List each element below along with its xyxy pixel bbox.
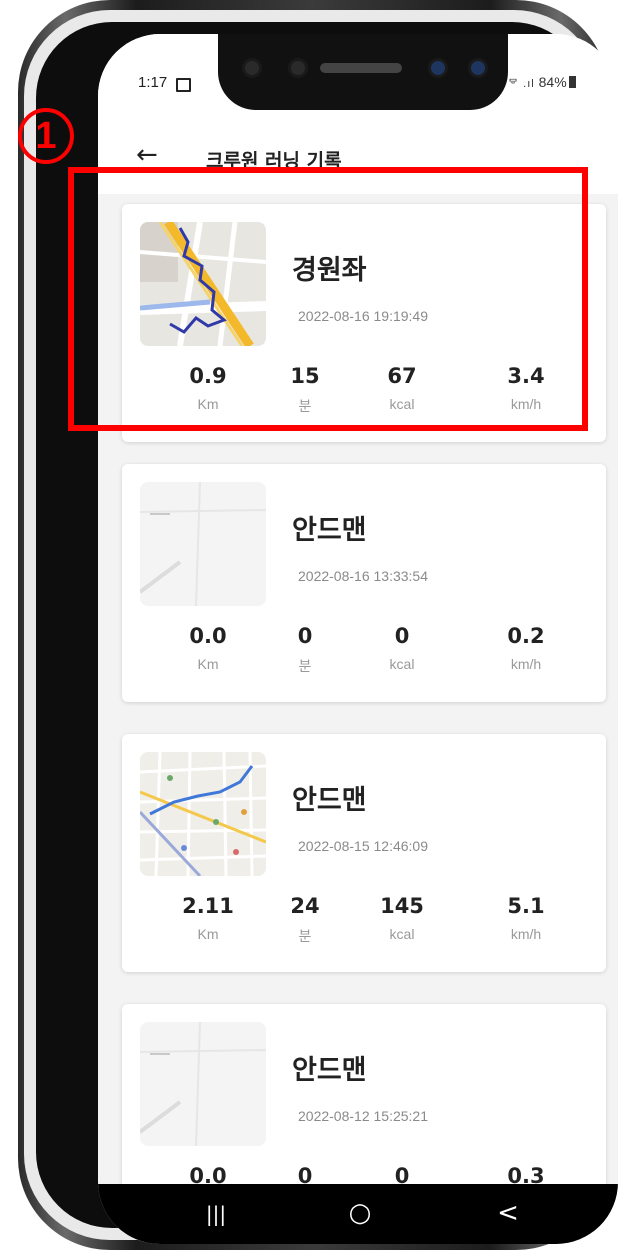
home-button[interactable]: ○ xyxy=(330,1198,390,1228)
step-number-badge: 1 xyxy=(18,108,74,164)
speed-value: 5.1 xyxy=(507,894,545,918)
camera-icon xyxy=(242,58,262,78)
calorie-unit: kcal xyxy=(389,926,415,942)
route-map-thumbnail xyxy=(140,1022,266,1146)
runner-name: 안드맨 xyxy=(292,1055,367,1086)
duration-value: 0 xyxy=(297,624,313,648)
calorie-stat: 0 kcal xyxy=(352,624,452,672)
left-arrow-icon[interactable]: ← xyxy=(136,140,158,170)
distance-unit: Km xyxy=(197,656,219,672)
speed-unit: km/h xyxy=(510,656,542,672)
speed-value: 0.2 xyxy=(507,624,545,648)
highlight-annotation-box xyxy=(68,167,588,431)
recent-apps-button[interactable]: ||| xyxy=(186,1202,246,1226)
run-date: 2022-08-16 13:33:54 xyxy=(298,568,428,584)
speed-stat: 0.2 km/h xyxy=(476,624,576,672)
blank-map xyxy=(140,1022,266,1146)
duration-unit: 분 xyxy=(298,658,312,674)
status-indicators: ᄝ .ıl 84% xyxy=(508,74,576,91)
duration-stat: 0 분 xyxy=(255,624,355,676)
duration-unit: 분 xyxy=(298,928,312,944)
route-map-thumbnail xyxy=(140,752,266,876)
earpiece-speaker xyxy=(320,63,402,73)
distance-value: 0.0 xyxy=(189,624,227,648)
signal-icon: ᄝ .ıl xyxy=(508,78,535,90)
gallery-notification-icon xyxy=(176,78,191,92)
back-button[interactable]: < xyxy=(478,1198,538,1228)
route-map-thumbnail xyxy=(140,482,266,606)
camera-notch xyxy=(218,34,508,110)
distance-unit: Km xyxy=(197,926,219,942)
run-card[interactable]: 안드맨 2022-08-15 12:46:09 2.11 Km 24 분 145… xyxy=(122,734,606,972)
speed-stat: 5.1 km/h xyxy=(476,894,576,942)
run-date: 2022-08-12 15:25:21 xyxy=(298,1108,428,1124)
status-bar: 1:17 ᄝ .ıl 84% xyxy=(98,34,618,124)
calorie-unit: kcal xyxy=(389,656,415,672)
distance-value: 2.11 xyxy=(182,894,234,918)
battery-percent: 84% xyxy=(538,74,567,90)
system-nav-bar: ||| ○ < xyxy=(98,1184,618,1244)
calorie-value: 145 xyxy=(380,894,424,918)
sensor-icon xyxy=(428,58,448,78)
calorie-value: 0 xyxy=(394,624,410,648)
run-date: 2022-08-15 12:46:09 xyxy=(298,838,428,854)
distance-stat: 2.11 Km xyxy=(158,894,258,942)
battery-icon xyxy=(568,76,576,88)
dense-route-map xyxy=(140,752,266,876)
runner-name: 안드맨 xyxy=(292,785,367,816)
speed-unit: km/h xyxy=(510,926,542,942)
blank-map xyxy=(140,482,266,606)
sensor-icon xyxy=(468,58,488,78)
runner-name: 안드맨 xyxy=(292,515,367,546)
duration-value: 24 xyxy=(290,894,320,918)
duration-stat: 24 분 xyxy=(255,894,355,946)
distance-stat: 0.0 Km xyxy=(158,624,258,672)
run-card[interactable]: 안드맨 2022-08-16 13:33:54 0.0 Km 0 분 0 kca… xyxy=(122,464,606,702)
camera-icon xyxy=(288,58,308,78)
calorie-stat: 145 kcal xyxy=(352,894,452,942)
status-time: 1:17 xyxy=(138,74,168,91)
